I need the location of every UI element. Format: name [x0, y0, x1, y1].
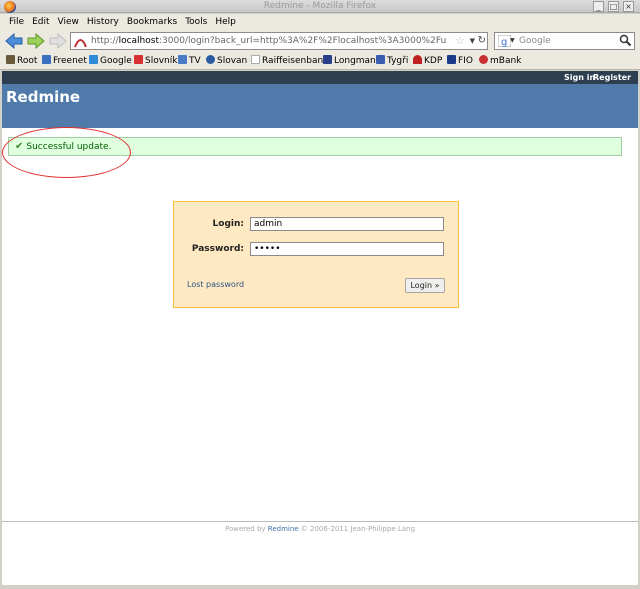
svg-text:g: g — [501, 37, 507, 47]
bookmark-google[interactable]: Google — [89, 53, 132, 69]
menu-help[interactable]: Help — [211, 15, 240, 30]
window-titlebar: Redmine - Mozilla Firefox _ □ × — [0, 0, 640, 13]
bookmark-raiffeisenbank[interactable]: Raiffeisenbank — [251, 53, 328, 69]
menu-view[interactable]: View — [54, 15, 83, 30]
engine-dropdown-icon[interactable]: ▼ — [510, 34, 515, 48]
url-host: localhost — [118, 36, 159, 46]
bookmark-label: Freenet — [53, 56, 87, 66]
window-title: Redmine - Mozilla Firefox — [263, 1, 377, 11]
bookmark-label: Google — [100, 56, 132, 66]
menu-tools[interactable]: Tools — [181, 15, 211, 30]
footer-copyright: © 2006-2011 Jean-Philippe Lang — [298, 525, 416, 533]
bookmark-label: Longman — [334, 56, 376, 66]
lost-password-link[interactable]: Lost password — [187, 280, 244, 289]
menu-edit[interactable]: Edit — [28, 15, 53, 30]
bookmark-slovan[interactable]: Slovan — [206, 53, 247, 69]
bookmark-label: Raiffeisenbank — [262, 56, 329, 66]
bookmark-tv[interactable]: TV — [178, 53, 201, 69]
tv-icon — [178, 55, 187, 64]
forward-disabled-icon[interactable] — [48, 31, 68, 51]
forward-arrow-icon[interactable] — [26, 31, 46, 51]
bookmark-fio[interactable]: FIO — [447, 53, 473, 69]
bookmark-label: mBank — [490, 56, 522, 66]
tygri-icon — [376, 55, 385, 64]
footer: Powered by Redmine © 2006-2011 Jean-Phil… — [2, 525, 638, 533]
login-input[interactable]: admin — [250, 217, 444, 231]
footer-powered-by: Powered by — [224, 525, 268, 533]
menu-history[interactable]: History — [83, 15, 123, 30]
maximize-button[interactable]: □ — [608, 1, 619, 12]
url-path: :3000/login?back_url=http%3A%2F%2Flocalh… — [158, 36, 447, 46]
page-content: Sign in Register Redmine ✔ Successful upd… — [2, 71, 638, 585]
footer-divider — [2, 521, 638, 522]
menu-file[interactable]: File — [5, 15, 28, 30]
menu-bookmarks[interactable]: Bookmarks — [123, 15, 181, 30]
site-title[interactable]: Redmine — [6, 88, 80, 106]
bookmark-slovnik[interactable]: Slovník — [134, 53, 177, 69]
window-bottom-border — [0, 585, 640, 589]
root-icon — [6, 55, 15, 64]
bookmark-label: Slovník — [145, 56, 178, 66]
reload-icon[interactable]: ↻ — [478, 33, 486, 49]
url-bar[interactable]: http://localhost:3000/login?back_url=htt… — [70, 32, 488, 50]
bookmark-root[interactable]: Root — [6, 53, 37, 69]
bookmark-star-icon[interactable]: ☆ — [455, 34, 465, 48]
search-icon[interactable] — [619, 34, 632, 47]
slovan-icon — [206, 55, 215, 64]
minimize-button[interactable]: _ — [593, 1, 604, 12]
top-menu: Sign in Register — [2, 71, 638, 84]
bookmark-label: Tygři — [387, 56, 409, 66]
back-arrow-icon[interactable] — [4, 31, 24, 51]
bookmark-label: Root — [17, 56, 38, 66]
url-dropdown-icon[interactable]: ▼ — [470, 34, 475, 48]
close-button[interactable]: × — [623, 1, 634, 12]
sign-in-link[interactable]: Sign in — [564, 71, 595, 84]
url-text[interactable]: http://localhost:3000/login?back_url=htt… — [91, 33, 447, 49]
bookmark-tygri[interactable]: Tygři — [376, 53, 408, 69]
login-button[interactable]: Login » — [405, 278, 445, 293]
bookmarks-toolbar: Root Freenet Google Slovník TV Slovan Ra… — [0, 53, 640, 70]
bookmark-longman[interactable]: Longman — [323, 53, 376, 69]
search-bar[interactable]: g ▼ Google — [494, 32, 635, 50]
bookmark-label: Slovan — [217, 56, 248, 66]
login-form: Login: admin Password: ••••• Lost passwo… — [173, 201, 459, 308]
bookmark-freenet[interactable]: Freenet — [42, 53, 87, 69]
bookmark-label: TV — [189, 56, 201, 66]
search-placeholder: Google — [519, 36, 551, 46]
register-link[interactable]: Register — [593, 71, 631, 84]
bookmark-kdp[interactable]: KDP — [413, 53, 442, 69]
footer-redmine-link[interactable]: Redmine — [268, 525, 299, 533]
kdp-icon — [413, 55, 422, 64]
password-input[interactable]: ••••• — [250, 242, 444, 256]
freenet-icon — [42, 55, 51, 64]
bookmark-label: KDP — [424, 56, 443, 66]
fio-icon — [447, 55, 456, 64]
annotation-circle — [2, 127, 131, 178]
site-header: Redmine — [2, 84, 638, 128]
google-icon — [89, 55, 98, 64]
mbank-icon — [479, 55, 488, 64]
menubar: File Edit View History Bookmarks Tools Help — [0, 14, 640, 29]
raiffeisenbank-icon — [251, 55, 260, 64]
slovnik-icon — [134, 55, 143, 64]
login-label: Login: — [212, 219, 244, 229]
url-prefix: http:// — [91, 36, 119, 46]
navigation-toolbar: http://localhost:3000/login?back_url=htt… — [0, 29, 640, 53]
bookmark-mbank[interactable]: mBank — [479, 53, 521, 69]
password-label: Password: — [191, 244, 244, 254]
bookmark-label: FIO — [458, 56, 473, 66]
site-favicon-icon — [74, 39, 87, 48]
longman-icon — [323, 55, 332, 64]
